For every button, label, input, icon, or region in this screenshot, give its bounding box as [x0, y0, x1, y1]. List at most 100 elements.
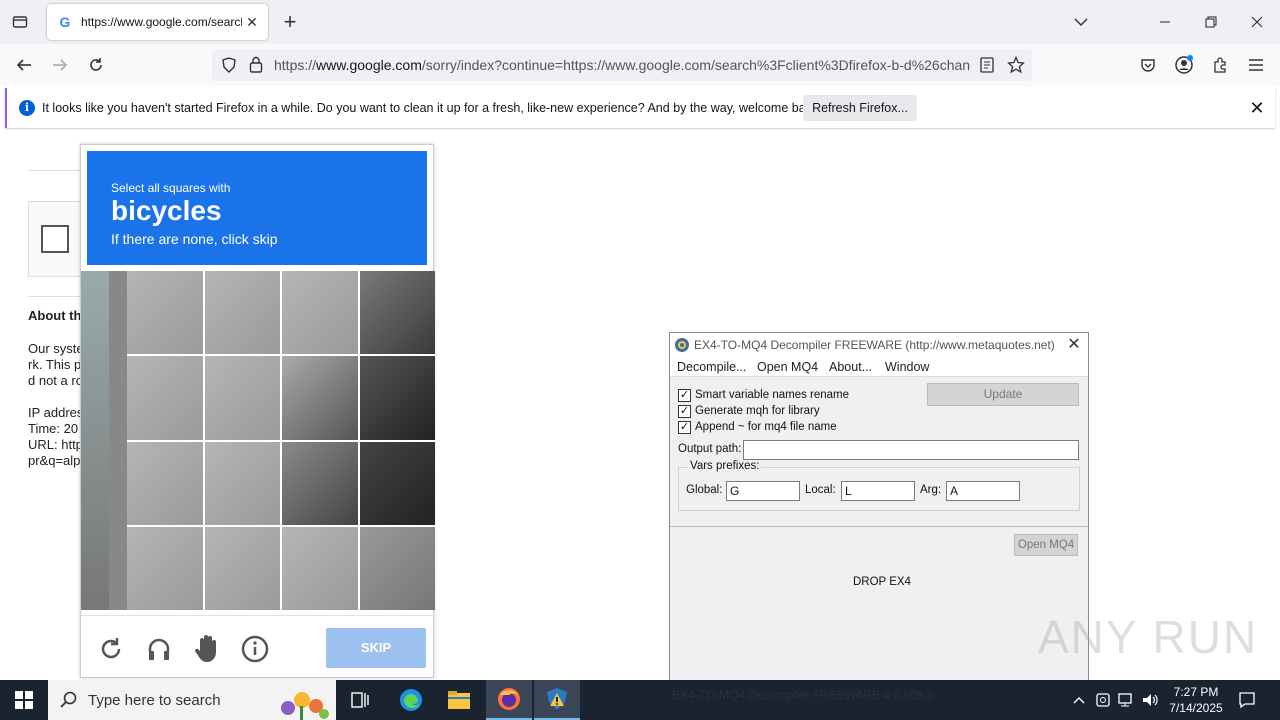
tab-title: https://www.google.com/search? [81, 15, 242, 29]
anyrun-watermark: ANY RUN [1038, 611, 1259, 663]
notifications-button[interactable] [1232, 680, 1262, 720]
browser-tab[interactable]: G https://www.google.com/search? ✕ [47, 4, 268, 40]
lock-icon[interactable] [249, 56, 263, 73]
page-line: IP addres [28, 405, 84, 420]
volume-tray-button[interactable] [1140, 680, 1162, 720]
drop-area[interactable]: Open MQ4 DROP EX4 [670, 526, 1088, 681]
page-line: pr&q=alp [28, 453, 81, 468]
edge-taskbar-button[interactable] [388, 680, 434, 720]
google-g-icon: G [59, 14, 71, 30]
menu-open-mq4[interactable]: Open MQ4 [757, 360, 818, 374]
divider [28, 170, 88, 171]
update-button[interactable]: Update [927, 383, 1079, 406]
captcha-tile[interactable] [359, 526, 435, 610]
window-titlebar[interactable]: EX4-TO-MQ4 Decompiler FREEWARE (http://w… [670, 333, 1088, 357]
speaker-icon [1143, 694, 1158, 706]
close-icon[interactable]: ✕ [1064, 335, 1084, 355]
reader-view-icon[interactable] [980, 57, 994, 73]
captcha-tile[interactable] [282, 356, 358, 440]
url-text[interactable]: https://www.google.com/sorry/index?conti… [274, 57, 974, 73]
minimize-button[interactable] [1150, 8, 1180, 36]
local-prefix-input[interactable]: L [841, 481, 915, 501]
menu-decompile[interactable]: Decompile... [677, 360, 746, 374]
captcha-tile[interactable] [127, 356, 203, 440]
account-button[interactable] [1170, 51, 1198, 79]
restore-button[interactable] [1196, 8, 1226, 36]
captcha-tile[interactable] [127, 526, 203, 610]
back-button[interactable] [10, 51, 38, 79]
tab-list-button[interactable] [6, 10, 34, 34]
firefox-taskbar-button[interactable] [486, 680, 532, 720]
captcha-challenge: Select all squares with bicycles If ther… [80, 144, 435, 678]
ex4-decompiler-window: EX4-TO-MQ4 Decompiler FREEWARE (http://w… [669, 332, 1089, 681]
local-label: Local: [805, 484, 836, 496]
captcha-tile[interactable] [127, 271, 203, 355]
captcha-tile[interactable] [359, 271, 435, 355]
tab-close-icon[interactable]: ✕ [242, 12, 262, 32]
tab-strip: G https://www.google.com/search? ✕ + [0, 0, 1280, 44]
checkbox-checked-icon[interactable]: ✓ [678, 388, 691, 402]
window-status-text: EX4-TO-MQ4 Decompiler FREEWARE 4.0.509.5 [672, 688, 934, 702]
notification-close-icon[interactable]: ✕ [1247, 98, 1267, 118]
taskbar-search[interactable]: Type here to search [48, 680, 336, 720]
checkbox-checked-icon[interactable]: ✓ [678, 404, 691, 418]
network-tray-button[interactable] [1116, 680, 1138, 720]
captcha-tile[interactable] [359, 441, 435, 525]
reload-icon[interactable] [96, 634, 126, 664]
captcha-tile[interactable] [204, 271, 280, 355]
windows-logo-icon [15, 691, 33, 709]
url-bar[interactable]: https://www.google.com/sorry/index?conti… [212, 49, 1032, 81]
arg-label: Arg: [920, 484, 942, 496]
new-tab-button[interactable]: + [278, 11, 302, 35]
info-icon[interactable] [240, 634, 270, 664]
checkbox-generate-mqh[interactable]: ✓ Generate mqh for library [678, 403, 820, 419]
device-tray-button[interactable] [1092, 680, 1114, 720]
close-window-button[interactable] [1242, 8, 1272, 36]
file-explorer-taskbar-button[interactable] [436, 680, 482, 720]
captcha-tile[interactable] [127, 441, 203, 525]
captcha-tile[interactable] [204, 526, 280, 610]
notification-bar: i It looks like you haven't started Fire… [5, 88, 1275, 128]
captcha-tile[interactable] [359, 356, 435, 440]
recaptcha-checkbox[interactable] [41, 225, 69, 253]
task-view-button[interactable] [337, 680, 383, 720]
list-all-tabs-button[interactable] [1066, 8, 1096, 36]
show-hidden-icons-button[interactable] [1068, 680, 1090, 720]
reload-button[interactable] [82, 51, 110, 79]
taskbar-clock[interactable]: 7:27 PM 7/14/2025 [1164, 684, 1228, 716]
menu-bar: Decompile... Open MQ4 About... Window [670, 357, 1088, 377]
captcha-tile[interactable] [204, 441, 280, 525]
refresh-firefox-button[interactable]: Refresh Firefox... [803, 95, 917, 121]
extensions-button[interactable] [1206, 51, 1234, 79]
headphones-icon[interactable] [144, 634, 174, 664]
menu-about[interactable]: About... [829, 360, 872, 374]
flowers-decoration-icon [281, 692, 329, 720]
url-prefix: https:// [274, 57, 317, 73]
ex4-decompiler-taskbar-button[interactable] [534, 680, 580, 720]
captcha-tile[interactable] [282, 271, 358, 355]
skip-button[interactable]: SKIP [326, 628, 426, 668]
open-mq4-button[interactable]: Open MQ4 [1014, 534, 1078, 556]
start-button[interactable] [0, 680, 48, 720]
bookmark-star-icon[interactable] [1007, 56, 1025, 74]
shield-icon[interactable] [221, 57, 237, 73]
checkbox-append-tilde[interactable]: ✓ Append ~ for mq4 file name [678, 419, 837, 435]
captcha-tile[interactable] [282, 526, 358, 610]
menu-window[interactable]: Window [885, 360, 929, 374]
vars-prefixes-label: Vars prefixes: [688, 460, 762, 472]
captcha-tile[interactable] [204, 356, 280, 440]
hand-icon[interactable] [192, 634, 222, 664]
captcha-tile[interactable] [282, 441, 358, 525]
output-path-input[interactable] [743, 440, 1079, 460]
pocket-button[interactable] [1134, 51, 1162, 79]
tab-list-icon [12, 16, 28, 28]
global-label: Global: [686, 484, 723, 496]
arg-prefix-input[interactable]: A [946, 481, 1020, 501]
checkbox-smart-rename[interactable]: ✓ Smart variable names rename [678, 387, 849, 403]
menu-button[interactable] [1242, 51, 1270, 79]
global-prefix-input[interactable]: G [726, 481, 800, 501]
checkbox-checked-icon[interactable]: ✓ [678, 420, 691, 434]
chevron-up-icon [1073, 697, 1085, 704]
forward-button[interactable] [46, 51, 74, 79]
back-arrow-icon [16, 59, 31, 71]
